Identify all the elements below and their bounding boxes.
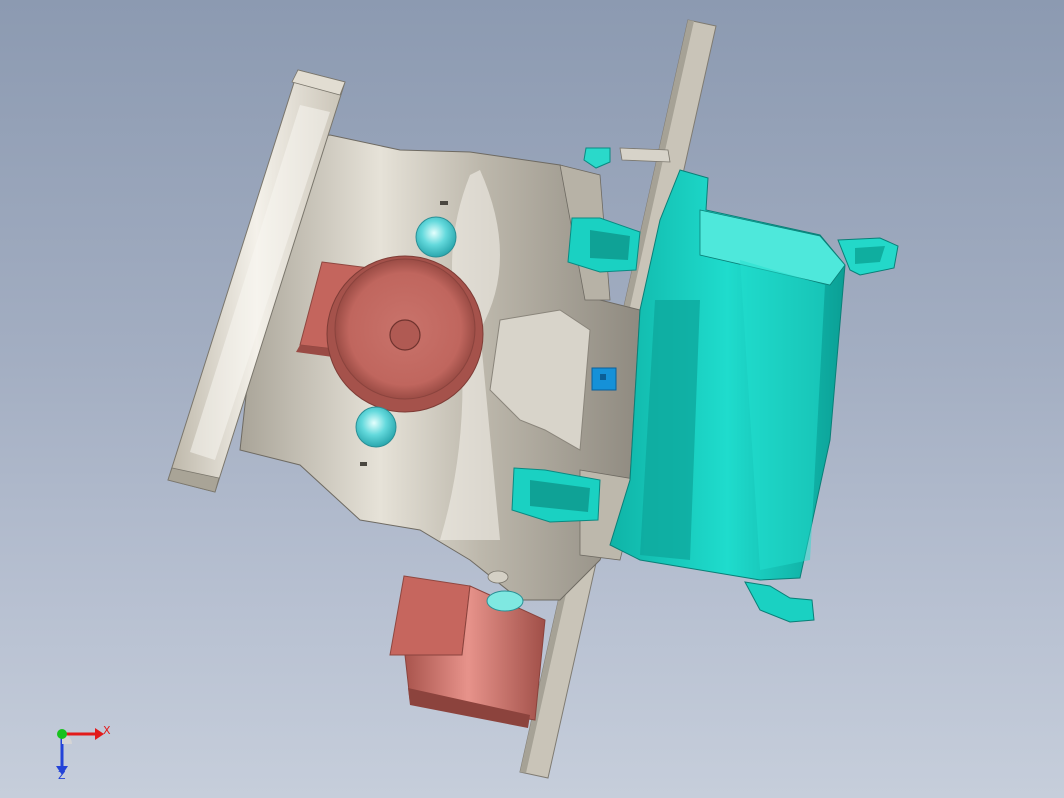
z-axis-label: Z bbox=[58, 769, 66, 782]
x-axis-label: X bbox=[103, 724, 111, 737]
lower-ball bbox=[355, 406, 397, 448]
upper-clip[interactable] bbox=[567, 217, 641, 273]
y-axis-dot bbox=[57, 729, 67, 739]
cad-viewport[interactable]: X Z bbox=[0, 0, 1064, 798]
upper-ball bbox=[415, 216, 457, 258]
blue-marker bbox=[591, 367, 617, 391]
cad-3d-model[interactable]: X Z bbox=[0, 0, 1064, 798]
axis-triad: X Z bbox=[56, 724, 111, 782]
bottom-tab[interactable] bbox=[744, 581, 815, 623]
right-tab[interactable] bbox=[837, 237, 899, 276]
